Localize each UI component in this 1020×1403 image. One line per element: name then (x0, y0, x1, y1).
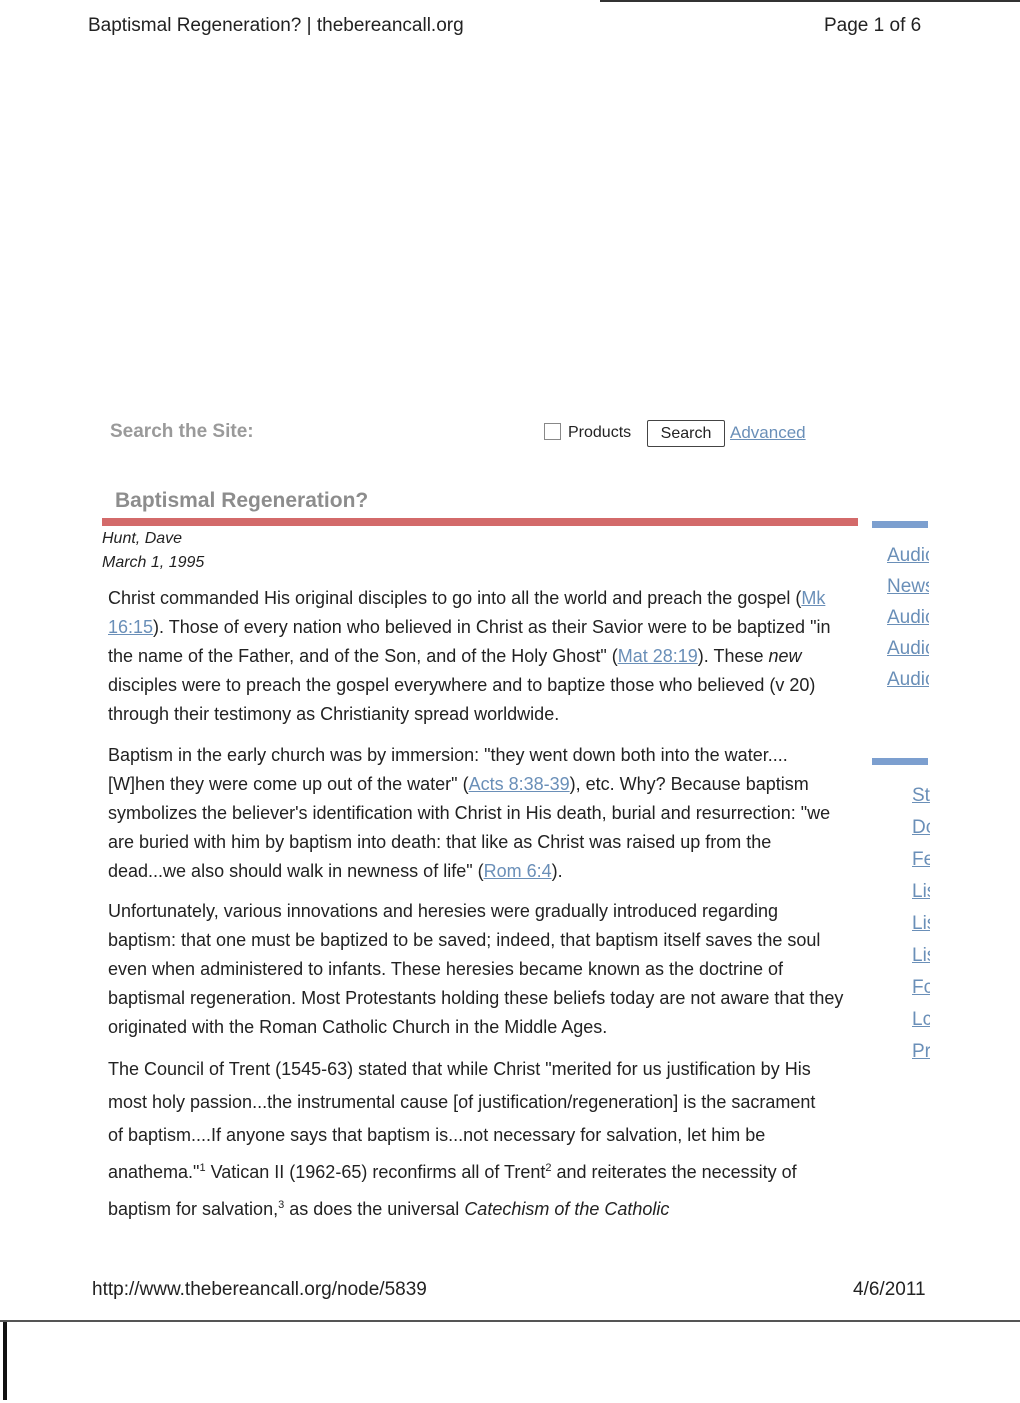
paragraph-2: Baptism in the early church was by immer… (108, 741, 846, 886)
scan-edge-line (0, 1320, 1020, 1322)
search-button[interactable]: Search (647, 420, 725, 447)
text: ). (551, 861, 563, 881)
sidebar-link[interactable]: Fc (912, 977, 930, 1009)
scan-edge-line (600, 0, 1020, 2)
article-date: March 1, 1995 (102, 554, 205, 571)
text: as does the universal (284, 1199, 465, 1219)
sidebar-header-bar (872, 758, 928, 765)
print-header-title: Baptismal Regeneration? | thebereancall.… (88, 15, 464, 36)
text: disciples were to preach the gospel ever… (108, 675, 816, 724)
emphasis: new (768, 646, 802, 666)
sidebar-link[interactable]: Audic (887, 545, 929, 576)
paragraph-4: The Council of Trent (1545-63) stated th… (108, 1053, 833, 1226)
sidebar-link[interactable]: Dc (912, 817, 930, 849)
article-title: Baptismal Regeneration? (115, 489, 369, 512)
article-author: Hunt, Dave (102, 530, 183, 547)
sidebar-link[interactable]: News (887, 576, 929, 607)
paragraph-3: Unfortunately, various innovations and h… (108, 901, 844, 1037)
scan-edge-mark (3, 1322, 7, 1400)
sidebar-link[interactable]: Audic (887, 638, 929, 669)
title-divider (102, 518, 858, 526)
emphasis: Catechism of the Catholic (464, 1199, 670, 1219)
paragraph-1: Christ commanded His original disciples … (108, 584, 846, 729)
text: ). These (697, 646, 769, 666)
scripture-link[interactable]: Rom 6:4 (484, 861, 552, 881)
search-label: Search the Site: (110, 421, 254, 442)
text: Christ commanded His original disciples … (108, 588, 802, 608)
scripture-link[interactable]: Mat 28:19 (618, 646, 698, 666)
sidebar-header-bar (872, 521, 928, 528)
sidebar-link[interactable]: Fe (912, 849, 930, 881)
print-header-page: Page 1 of 6 (824, 15, 922, 36)
sidebar-link[interactable]: Audic (887, 607, 929, 638)
products-label: Products (568, 424, 632, 441)
sidebar-link[interactable]: Lis (912, 881, 930, 913)
scripture-link[interactable]: Acts 8:38-39 (469, 774, 570, 794)
sidebar-link[interactable]: Audic (887, 669, 929, 700)
sidebar-group-1: Audic News Audic Audic Audic (887, 545, 929, 700)
sidebar-group-2: St Dc Fe Lis Lis Lis Fc Lc Pr (912, 785, 930, 1073)
print-footer-date: 4/6/2011 (853, 1279, 926, 1300)
print-footer-url: http://www.thebereancall.org/node/5839 (92, 1279, 427, 1300)
printed-page: Baptismal Regeneration? | thebereancall.… (0, 0, 1020, 1403)
advanced-search-link[interactable]: Advanced (730, 423, 806, 443)
sidebar-link[interactable]: Lis (912, 945, 930, 977)
sidebar-link[interactable]: Lis (912, 913, 930, 945)
text: Vatican II (1962-65) reconfirms all of T… (205, 1162, 546, 1182)
products-checkbox[interactable] (544, 423, 561, 440)
sidebar-link[interactable]: Lc (912, 1009, 930, 1041)
sidebar-link[interactable]: Pr (912, 1041, 930, 1073)
sidebar-link[interactable]: St (912, 785, 930, 817)
